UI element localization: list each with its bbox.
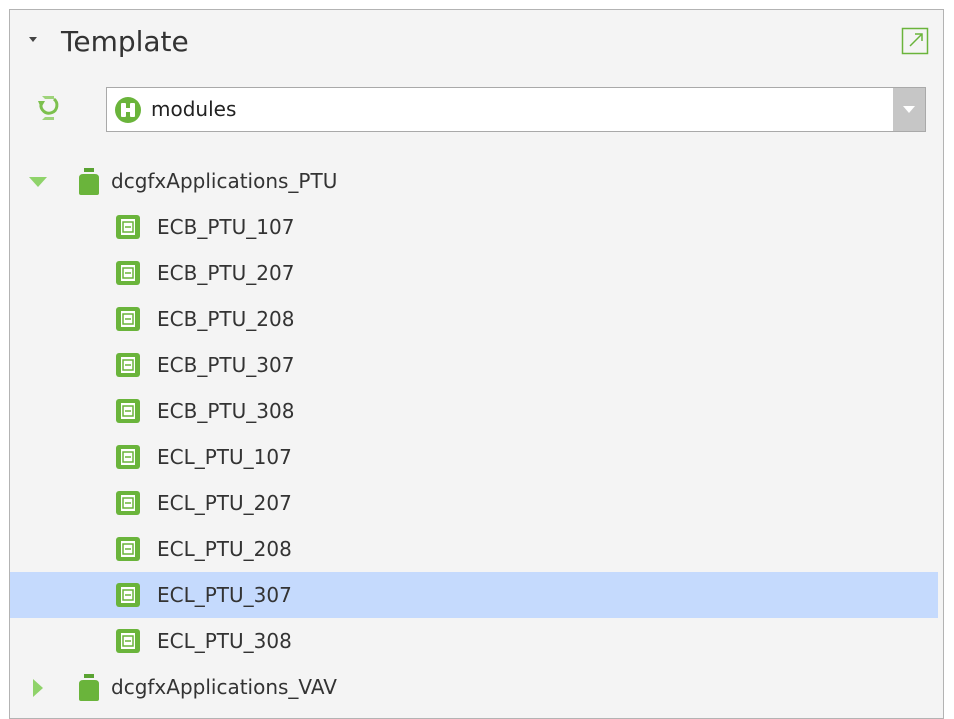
template-panel: Template modules dcgfxApplications_PTU E…	[9, 9, 944, 719]
tree-item-label: ECB_PTU_107	[157, 215, 295, 239]
application-jar-icon	[74, 166, 104, 196]
expand-right-arrow-icon[interactable]	[28, 678, 48, 698]
panel-title: Template	[61, 25, 189, 58]
tree-item-row[interactable]: ECB_PTU_207	[10, 250, 938, 296]
template-tree: dcgfxApplications_PTU ECB_PTU_107 ECB_PTU_…	[10, 158, 943, 710]
expand-icon	[901, 27, 929, 55]
template-document-icon	[113, 488, 143, 518]
template-document-icon	[113, 626, 143, 656]
template-document-icon	[113, 304, 143, 334]
tree-group-row[interactable]: dcgfxApplications_VAV	[10, 664, 938, 710]
tree-item-row[interactable]: ECB_PTU_308	[10, 388, 938, 434]
chevron-down-icon	[903, 106, 915, 113]
template-document-icon	[113, 350, 143, 380]
expand-button[interactable]	[901, 27, 929, 55]
tree-item-row[interactable]: ECB_PTU_107	[10, 204, 938, 250]
template-document-icon	[113, 258, 143, 288]
select-value: modules	[151, 97, 237, 121]
template-toolbar: modules	[10, 82, 943, 134]
template-document-icon	[113, 580, 143, 610]
refresh-button[interactable]	[36, 92, 60, 124]
tree-item-label: ECL_PTU_208	[157, 537, 292, 561]
template-document-icon	[113, 534, 143, 564]
template-document-icon	[113, 396, 143, 426]
tree-item-label: ECL_PTU_207	[157, 491, 292, 515]
tree-group-label: dcgfxApplications_PTU	[111, 169, 338, 193]
tree-item-row[interactable]: ECL_PTU_308	[10, 618, 938, 664]
tree-item-row[interactable]: ECB_PTU_307	[10, 342, 938, 388]
tree-group-row[interactable]: dcgfxApplications_PTU	[10, 158, 938, 204]
tree-group-label: dcgfxApplications_VAV	[111, 675, 337, 699]
application-jar-icon	[74, 672, 104, 702]
caret-down-icon	[29, 36, 37, 42]
tree-item-row[interactable]: ECB_PTU_208	[10, 296, 938, 342]
module-icon	[114, 96, 142, 124]
tree-item-label: ECB_PTU_307	[157, 353, 295, 377]
tree-item-label: ECL_PTU_308	[157, 629, 292, 653]
template-source-select[interactable]: modules	[106, 87, 926, 132]
tree-item-row[interactable]: ECL_PTU_307	[10, 572, 938, 618]
tree-item-label: ECB_PTU_308	[157, 399, 295, 423]
dropdown-arrow-button[interactable]	[893, 88, 925, 131]
panel-header: Template	[10, 10, 943, 72]
tree-item-row[interactable]: ECL_PTU_208	[10, 526, 938, 572]
tree-item-row[interactable]: ECL_PTU_107	[10, 434, 938, 480]
refresh-icon	[38, 96, 59, 120]
tree-item-label: ECB_PTU_208	[157, 307, 295, 331]
tree-item-label: ECB_PTU_207	[157, 261, 295, 285]
template-document-icon	[113, 212, 143, 242]
collapse-panel-toggle[interactable]	[28, 34, 38, 44]
template-document-icon	[113, 442, 143, 472]
expand-down-arrow-icon[interactable]	[28, 172, 48, 192]
tree-item-row[interactable]: ECL_PTU_207	[10, 480, 938, 526]
tree-item-label: ECL_PTU_307	[157, 583, 292, 607]
tree-item-label: ECL_PTU_107	[157, 445, 292, 469]
